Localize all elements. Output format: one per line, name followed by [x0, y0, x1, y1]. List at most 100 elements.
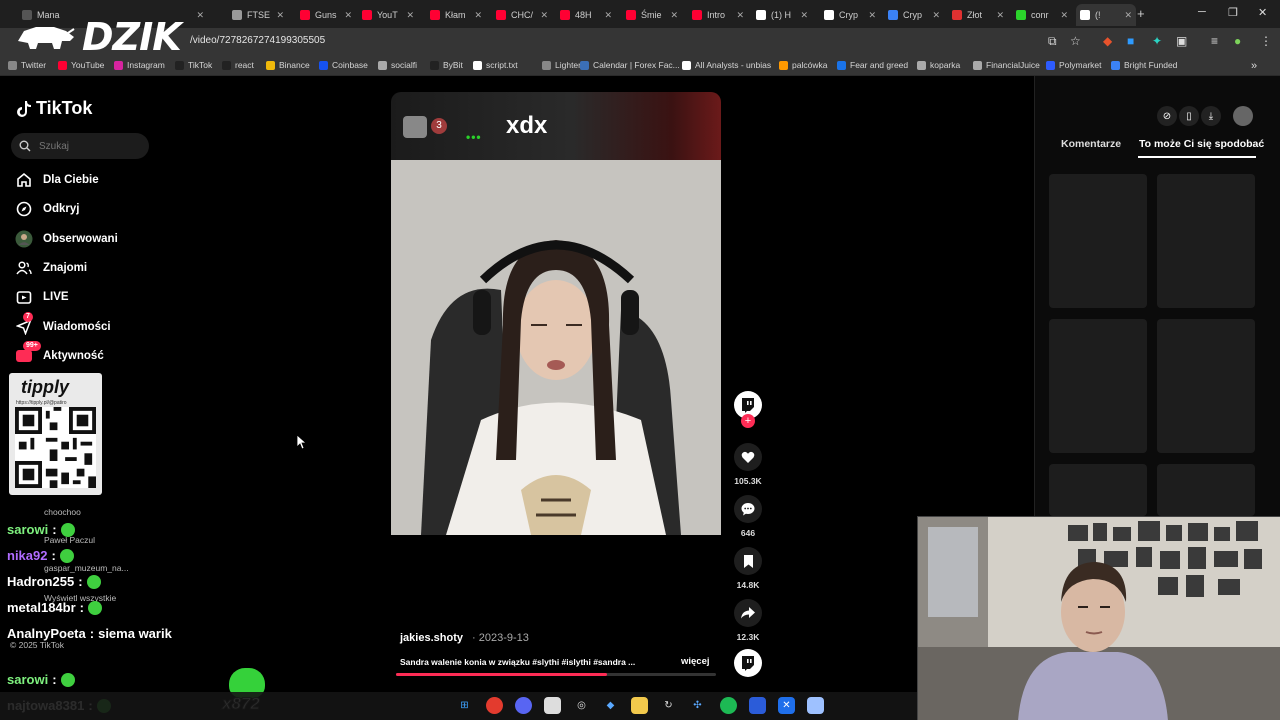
following-item[interactable]: choochoo	[44, 507, 81, 517]
bookmark-item[interactable]: palcówka	[779, 60, 827, 70]
bookmark-item[interactable]: Twitter	[8, 60, 46, 70]
steam-icon[interactable]: ◆	[602, 697, 619, 714]
nav-item[interactable]: Znajomi	[15, 259, 87, 277]
tab-recommended[interactable]: To może Ci się spodobać	[1139, 138, 1264, 150]
new-tab-button[interactable]: +	[1137, 6, 1145, 21]
tab-close-icon[interactable]: ✕	[800, 10, 808, 21]
extension-blue-icon[interactable]: ■	[1127, 34, 1134, 48]
nav-item[interactable]: Obserwowani	[15, 230, 118, 248]
recommended-thumbnail[interactable]	[1157, 174, 1255, 308]
tab-close-icon[interactable]: ✕	[670, 10, 678, 21]
recommended-thumbnail[interactable]	[1157, 319, 1255, 453]
tab-close-icon[interactable]: ✕	[1124, 10, 1132, 21]
follow-button[interactable]: +	[741, 414, 755, 428]
sound-avatar-button[interactable]	[734, 649, 762, 677]
browser-menu-icon[interactable]: ⋮	[1260, 34, 1272, 48]
notepad-icon[interactable]	[807, 697, 824, 714]
bookmark-item[interactable]: Binance	[266, 60, 310, 70]
app-blue-icon[interactable]: ✕	[778, 697, 795, 714]
tab-close-icon[interactable]: ✕	[474, 10, 482, 21]
bookmark-item[interactable]: Instagram	[114, 60, 165, 70]
refresh-app-icon[interactable]: ↻	[660, 697, 677, 714]
recommended-thumbnail[interactable]	[1157, 464, 1255, 516]
nav-item[interactable]: Dla Ciebie	[15, 171, 99, 189]
folder-icon[interactable]	[631, 697, 648, 714]
bookmark-item[interactable]: Bright Funded	[1111, 60, 1177, 70]
more-button[interactable]: więcej	[681, 656, 710, 667]
nav-item[interactable]: 99+ Aktywność	[15, 341, 104, 365]
browser-tab[interactable]: 48H ✕	[556, 4, 616, 26]
video-author[interactable]: jakies.shoty	[400, 632, 463, 644]
browser-tab[interactable]: Cryp ✕	[820, 4, 880, 26]
search-input[interactable]	[39, 140, 139, 152]
discord-icon[interactable]	[515, 697, 532, 714]
game-app-icon[interactable]	[749, 697, 766, 714]
nav-item[interactable]: Odkryj	[15, 200, 79, 218]
video-player[interactable]	[391, 160, 721, 535]
bookmark-item[interactable]: YouTube	[58, 60, 104, 70]
download-icon[interactable]: ⤓	[1201, 106, 1221, 126]
obs-icon[interactable]: ◎	[573, 697, 590, 714]
following-item[interactable]: gaspar_muzeum_na...	[44, 563, 129, 573]
profile-avatar-icon[interactable]: ●	[1234, 34, 1241, 48]
extension-fox-icon[interactable]: ◆	[1103, 34, 1112, 48]
chrome-icon[interactable]	[486, 697, 503, 714]
nav-item[interactable]: 7 Wiadomości	[15, 312, 111, 336]
tab-close-icon[interactable]: ✕	[996, 10, 1004, 21]
recommended-thumbnail[interactable]	[1049, 174, 1147, 308]
tab-close-icon[interactable]: ✕	[932, 10, 940, 21]
browser-tab[interactable]: CHC/ ✕	[492, 4, 552, 26]
tab-close-icon[interactable]: ✕	[868, 10, 876, 21]
browser-tab[interactable]: Guns ✕	[296, 4, 356, 26]
tab-close-icon[interactable]: ✕	[276, 10, 284, 21]
tab-close-icon[interactable]: ✕	[344, 10, 352, 21]
compass-small-icon[interactable]: ⊘	[1157, 106, 1177, 126]
bookmark-item[interactable]: Calendar | Forex Fac...	[580, 60, 680, 70]
recommended-thumbnail[interactable]	[1049, 464, 1147, 516]
bookmark-item[interactable]: Lighter	[542, 60, 581, 70]
recommended-thumbnail[interactable]	[1049, 319, 1147, 453]
browser-tab[interactable]: Intro ✕	[688, 4, 748, 26]
tab-close-icon[interactable]: ✕	[604, 10, 612, 21]
search-box[interactable]	[11, 133, 149, 159]
browser-tab[interactable]: Cryp ✕	[884, 4, 944, 26]
phone-icon[interactable]: ▯	[1179, 106, 1199, 126]
browser-tab[interactable]: Złot ✕	[948, 4, 1008, 26]
bookmark-item[interactable]: Coinbase	[319, 60, 368, 70]
url-field[interactable]: /video/7278267274199305505	[190, 35, 325, 46]
bookmark-item[interactable]: react	[222, 60, 254, 70]
bookmark-item[interactable]: FinancialJuice	[973, 60, 1040, 70]
user-avatar-icon[interactable]	[1233, 106, 1253, 126]
tab-close-icon[interactable]: ✕	[736, 10, 744, 21]
browser-tab[interactable]: (1) H ✕	[752, 4, 812, 26]
cast-icon[interactable]: ⧉	[1048, 34, 1057, 49]
maximize-button[interactable]: ❐	[1228, 6, 1238, 19]
extension-teal-icon[interactable]: ✦	[1152, 34, 1162, 48]
app-icon[interactable]	[544, 697, 561, 714]
bookmark-item[interactable]: script.txt	[473, 60, 518, 70]
nav-item[interactable]: LIVE	[15, 288, 69, 306]
browser-tab[interactable]: Śmie ✕	[622, 4, 682, 26]
spotify-icon[interactable]	[720, 697, 737, 714]
minimize-button[interactable]: ─	[1198, 6, 1206, 18]
bookmark-item[interactable]: koparka	[917, 60, 960, 70]
comment-button[interactable]: 646	[734, 495, 762, 538]
tab-close-icon[interactable]: ✕	[1060, 10, 1068, 21]
bookmark-item[interactable]: socialfi	[378, 60, 417, 70]
browser-tab[interactable]: FTSE ✕	[228, 4, 288, 26]
like-button[interactable]: 105.3K	[734, 443, 762, 486]
tab-close-icon[interactable]: ✕	[406, 10, 414, 21]
bookmark-item[interactable]: Polymarket	[1046, 60, 1102, 70]
save-button[interactable]: 14.8K	[734, 547, 762, 590]
browser-tab[interactable]: (! ✕	[1076, 4, 1136, 26]
network-icon[interactable]: ✣	[689, 697, 706, 714]
bookmark-star-icon[interactable]: ☆	[1070, 34, 1081, 48]
tiktok-logo[interactable]: TikTok	[16, 98, 92, 119]
extensions-puzzle-icon[interactable]: ▣	[1176, 34, 1187, 48]
browser-tab[interactable]: Kłam ✕	[426, 4, 486, 26]
bookmark-item[interactable]: All Analysts - unbias	[682, 60, 771, 70]
bookmark-item[interactable]: ByBit	[430, 60, 463, 70]
share-button[interactable]: 12.3K	[734, 599, 762, 642]
bookmark-item[interactable]: Fear and greed	[837, 60, 908, 70]
browser-tab[interactable]: conr ✕	[1012, 4, 1072, 26]
